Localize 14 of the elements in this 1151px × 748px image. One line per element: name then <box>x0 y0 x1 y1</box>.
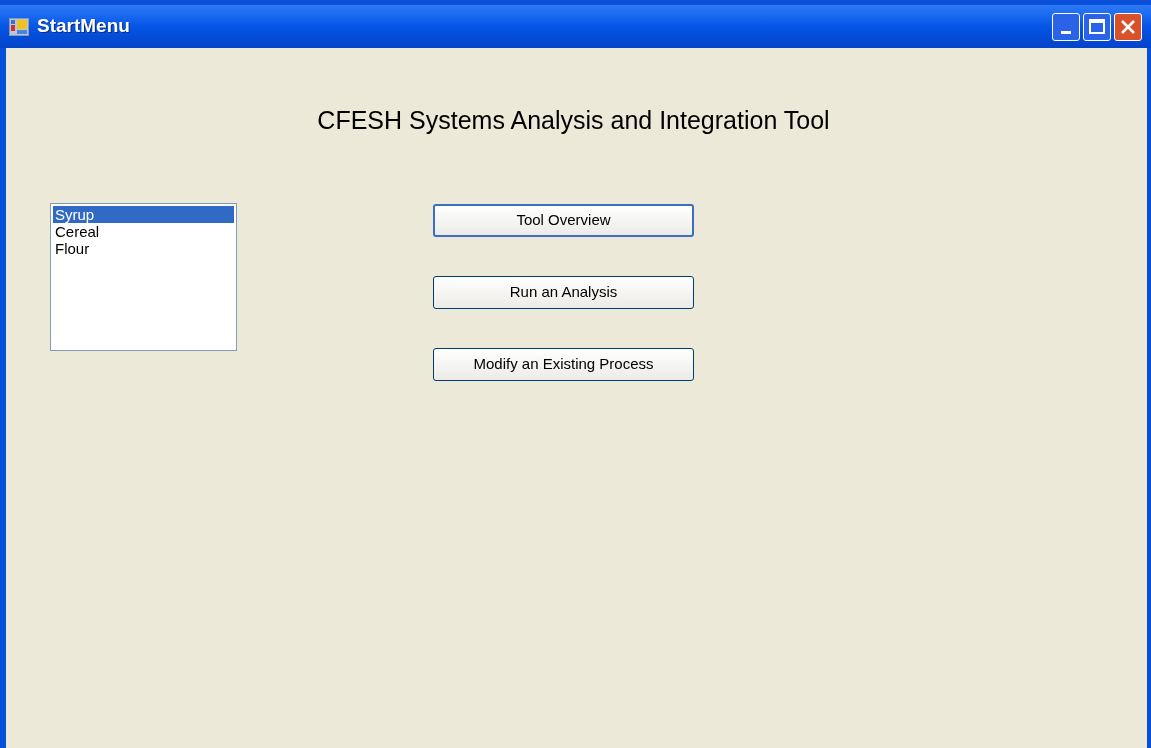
action-button[interactable]: Modify an Existing Process <box>433 347 694 381</box>
window-title: StartMenu <box>37 14 130 39</box>
heading: CFESH Systems Analysis and Integration Tool <box>317 105 830 136</box>
minimize-button[interactable] <box>1052 12 1080 41</box>
list-item[interactable]: Flour <box>53 239 234 257</box>
maximize-button[interactable] <box>1083 12 1111 41</box>
list-box[interactable]: Syrup Cereal Flour <box>50 202 237 351</box>
action-button[interactable]: Run an Analysis <box>433 275 694 309</box>
close-icon <box>1120 18 1136 35</box>
list-item[interactable]: Cereal <box>53 222 234 240</box>
list-item[interactable]: Syrup <box>53 205 234 223</box>
action-button[interactable]: Tool Overview <box>433 203 694 237</box>
app-icon <box>9 17 29 36</box>
close-button[interactable] <box>1114 12 1142 41</box>
